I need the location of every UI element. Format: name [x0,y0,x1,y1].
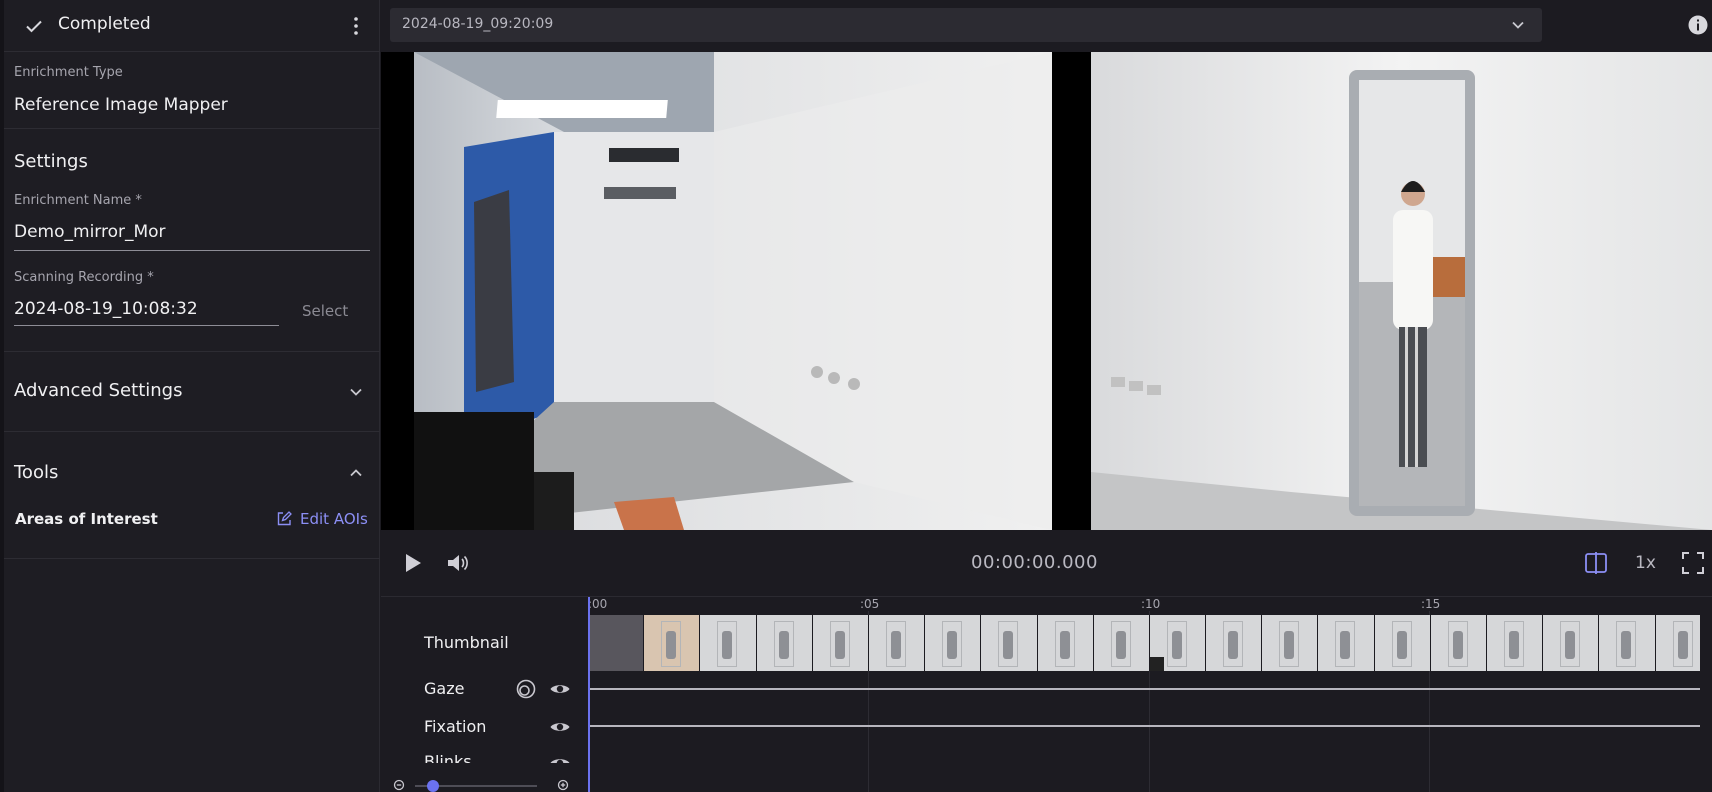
timecode: 00:00:00.000 [971,552,1098,573]
advanced-settings-section[interactable]: Advanced Settings [4,352,380,432]
timeline-panel[interactable]: :00 :05 :10 :15 Thumbnail Gaze Fixation … [381,596,1712,792]
edit-aois-label[interactable]: Edit AOIs [300,510,368,528]
thumbnail-frame [812,615,869,671]
playback-speed[interactable]: 1x [1635,553,1656,573]
thumbnail-frame [1374,615,1431,671]
thumbnail-frame [1037,615,1094,671]
track-label-fixation: Fixation [424,717,487,736]
enrichment-type-label: Enrichment Type [14,65,123,80]
enrichment-name-label: Enrichment Name * [14,193,142,208]
thumbnail-strip[interactable] [588,615,1700,671]
status-header: Completed [4,0,380,52]
chevron-up-icon[interactable] [346,463,366,483]
ruler-label-10: :10 [1141,597,1161,611]
thumbnail-frame [1430,615,1487,671]
enrichment-name-input[interactable]: Demo_mirror_Mor [14,222,166,242]
thumbnail-frame [588,615,645,671]
thumbnail-frame [700,615,757,671]
gaze-track[interactable] [588,688,1700,690]
reference-video-image [1091,52,1712,530]
playhead[interactable] [588,597,590,792]
zoom-out-icon[interactable] [393,779,407,792]
blinks-row-clip: Blinks [381,752,588,763]
zoom-control[interactable] [393,778,573,792]
enrichment-name-underline [14,250,370,251]
thumbnail-frame [1093,615,1150,671]
fixation-track[interactable] [588,725,1700,727]
ruler-label-0: :00 [588,597,608,611]
ruler-label-5: :05 [860,597,880,611]
thumbnail-frame [868,615,926,671]
enrichment-sidebar: Completed Enrichment Type Reference Imag… [0,0,380,792]
thumbnail-frame [1487,615,1544,671]
overlay-toggle-icon[interactable] [515,678,537,700]
edit-aois-button[interactable]: Edit AOIs [276,510,368,528]
reference-video-frame [1091,52,1712,530]
scanning-recording-underline [14,325,279,326]
eye-icon[interactable] [549,678,571,700]
tools-section: Tools Areas of Interest Edit AOIs [4,432,380,559]
thumbnail-frame [981,615,1038,671]
thumbnail-frame [925,615,982,671]
scanning-recording-label: Scanning Recording * [14,270,154,285]
player-controls: 00:00:00.000 1x [381,530,1712,596]
thumbnail-frame [1262,615,1319,671]
thumbnail-frame [1318,615,1375,671]
track-label-blinks: Blinks [424,752,472,763]
edit-icon [277,511,292,526]
recording-select-value[interactable]: 2024-08-19_09:20:09 [402,16,553,32]
info-icon[interactable] [1687,14,1709,36]
recording-select[interactable]: 2024-08-19_09:20:09 [390,8,1542,42]
tools-title[interactable]: Tools [14,462,58,483]
ruler-label-15: :15 [1421,597,1441,611]
check-icon [26,20,42,33]
play-icon[interactable] [399,550,425,576]
eye-icon[interactable] [549,716,571,738]
recording-bar: 2024-08-19_09:20:09 [381,0,1712,52]
select-recording-button[interactable]: Select [302,302,348,320]
scene-video-frame [414,52,1052,530]
thumbnail-frame [1206,615,1263,671]
zoom-slider-handle[interactable] [427,780,439,792]
enrichment-type-section: Enrichment Type Reference Image Mapper [4,53,380,129]
track-label-gaze: Gaze [424,679,465,698]
thumbnail-frame [756,615,813,671]
thumbnail-frame [1543,615,1600,671]
zoom-in-icon[interactable] [557,779,571,792]
thumbnail-frame [1149,615,1207,671]
status-text: Completed [58,14,151,34]
advanced-settings-title[interactable]: Advanced Settings [14,380,182,401]
volume-icon[interactable] [445,550,471,576]
thumbnail-frame [1599,615,1656,671]
more-options-icon[interactable] [344,14,368,38]
video-viewport[interactable] [381,52,1712,530]
scene-video-image [414,52,1052,530]
enrichment-type-value: Reference Image Mapper [14,95,228,115]
chevron-down-icon[interactable] [346,382,366,402]
eye-icon[interactable] [549,752,571,763]
thumbnail-frame [644,615,701,671]
chevron-down-icon[interactable] [1508,15,1528,35]
fullscreen-icon[interactable] [1680,550,1706,576]
settings-title: Settings [14,151,88,172]
track-label-thumbnail: Thumbnail [424,633,509,652]
areas-of-interest-label: Areas of Interest [15,510,158,528]
thumbnail-frame [1655,615,1700,671]
split-view-icon[interactable] [1583,550,1609,576]
scanning-recording-input[interactable]: 2024-08-19_10:08:32 [14,299,198,319]
